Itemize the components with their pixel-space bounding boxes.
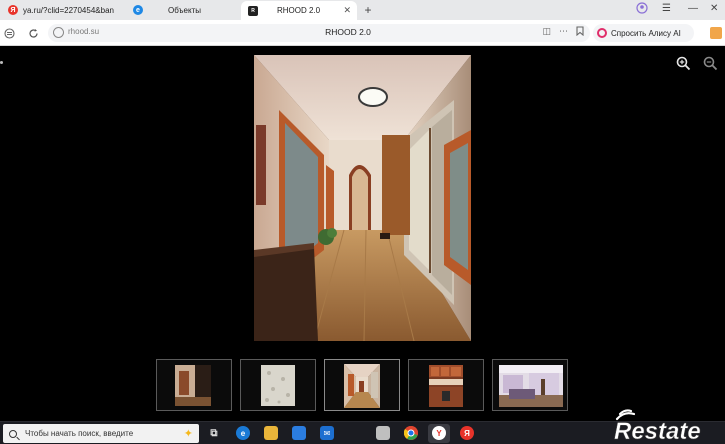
- alice-icon: [597, 28, 607, 38]
- thumbnail-wall-texture[interactable]: [240, 359, 316, 411]
- chrome-icon[interactable]: [404, 426, 418, 440]
- viewer-edge-marker: [0, 61, 3, 64]
- more-icon[interactable]: ⋯: [559, 26, 568, 38]
- search-icon: [9, 429, 17, 438]
- living-room-photo: [499, 365, 563, 407]
- extension-icon[interactable]: [710, 27, 722, 39]
- calendar-icon[interactable]: [376, 426, 390, 440]
- tab-bar: Я ya.ru/?clid=2270454&ban e Объекты R RH…: [0, 0, 725, 20]
- mail-icon[interactable]: ✉: [320, 426, 334, 440]
- bookmark-icon[interactable]: [576, 26, 584, 38]
- search-placeholder: Чтобы начать поиск, введите: [25, 429, 134, 438]
- main-photo[interactable]: [254, 55, 471, 341]
- url-text: rhood.su: [68, 27, 100, 36]
- thumbnail-room[interactable]: [156, 359, 232, 411]
- zoom-in-icon[interactable]: [676, 56, 691, 71]
- taskbar-search-field[interactable]: Чтобы начать поиск, введите ✦: [3, 424, 199, 443]
- minimize-button[interactable]: —: [688, 2, 698, 16]
- tab-label: RHOOD 2.0: [277, 6, 321, 15]
- edge-style-icon: e: [133, 5, 143, 15]
- ask-alice-label: Спросить Алису AI: [611, 28, 681, 38]
- photo-viewer: [0, 47, 725, 421]
- address-bar: rhood.su RHOOD 2.0 ◫ ⋯ Спросить Алису AI: [0, 20, 725, 46]
- file-explorer-icon[interactable]: [264, 426, 278, 440]
- edge-icon[interactable]: e: [236, 426, 250, 440]
- restate-watermark: Restate: [612, 406, 724, 444]
- yandex-y-icon: Я: [8, 5, 18, 15]
- address-field[interactable]: rhood.su RHOOD 2.0 ◫ ⋯: [48, 24, 590, 42]
- kitchen-photo: [429, 365, 463, 407]
- store-icon[interactable]: [292, 426, 306, 440]
- zoom-out-icon[interactable]: [703, 56, 718, 71]
- menu-icon[interactable]: ☰: [662, 2, 671, 16]
- page-title: RHOOD 2.0: [325, 27, 371, 37]
- close-window-button[interactable]: ✕: [710, 2, 718, 16]
- new-tab-button[interactable]: +: [361, 3, 375, 17]
- tab-yandex[interactable]: Я ya.ru/?clid=2270454&ban: [8, 0, 126, 20]
- thumbnail-hallway[interactable]: [324, 359, 400, 411]
- tab-label: ya.ru/?clid=2270454&ban: [23, 5, 114, 15]
- tab-close-icon[interactable]: ✕: [343, 5, 351, 16]
- rhood-icon: R: [248, 5, 258, 16]
- yandex-browser-icon[interactable]: Y: [432, 426, 446, 440]
- hallway-photo: [344, 364, 380, 408]
- tab-rhood[interactable]: R RHOOD 2.0 ✕: [241, 1, 357, 20]
- reader-mode-icon[interactable]: ◫: [542, 26, 551, 38]
- thumbnail-strip: [156, 359, 576, 411]
- tab-label: Объекты: [168, 5, 201, 15]
- security-icon[interactable]: [53, 27, 64, 38]
- search-highlight-icon[interactable]: ✦: [184, 427, 193, 440]
- ask-alice-button[interactable]: Спросить Алису AI: [593, 24, 694, 42]
- wall-texture-photo: [261, 365, 295, 406]
- browser-window: Я ya.ru/?clid=2270454&ban e Объекты R RH…: [0, 0, 725, 444]
- room-photo: [175, 365, 211, 406]
- thumbnail-living-room[interactable]: [492, 359, 568, 411]
- yandex-icon[interactable]: Я: [460, 426, 474, 440]
- site-settings-icon[interactable]: [2, 26, 16, 40]
- reload-icon[interactable]: [26, 26, 40, 40]
- watermark-text: Restate: [614, 418, 701, 444]
- task-view-icon[interactable]: ⧉: [207, 426, 221, 440]
- profile-icon[interactable]: [636, 2, 648, 19]
- tab-objects[interactable]: e Объекты: [133, 0, 233, 20]
- thumbnail-kitchen[interactable]: [408, 359, 484, 411]
